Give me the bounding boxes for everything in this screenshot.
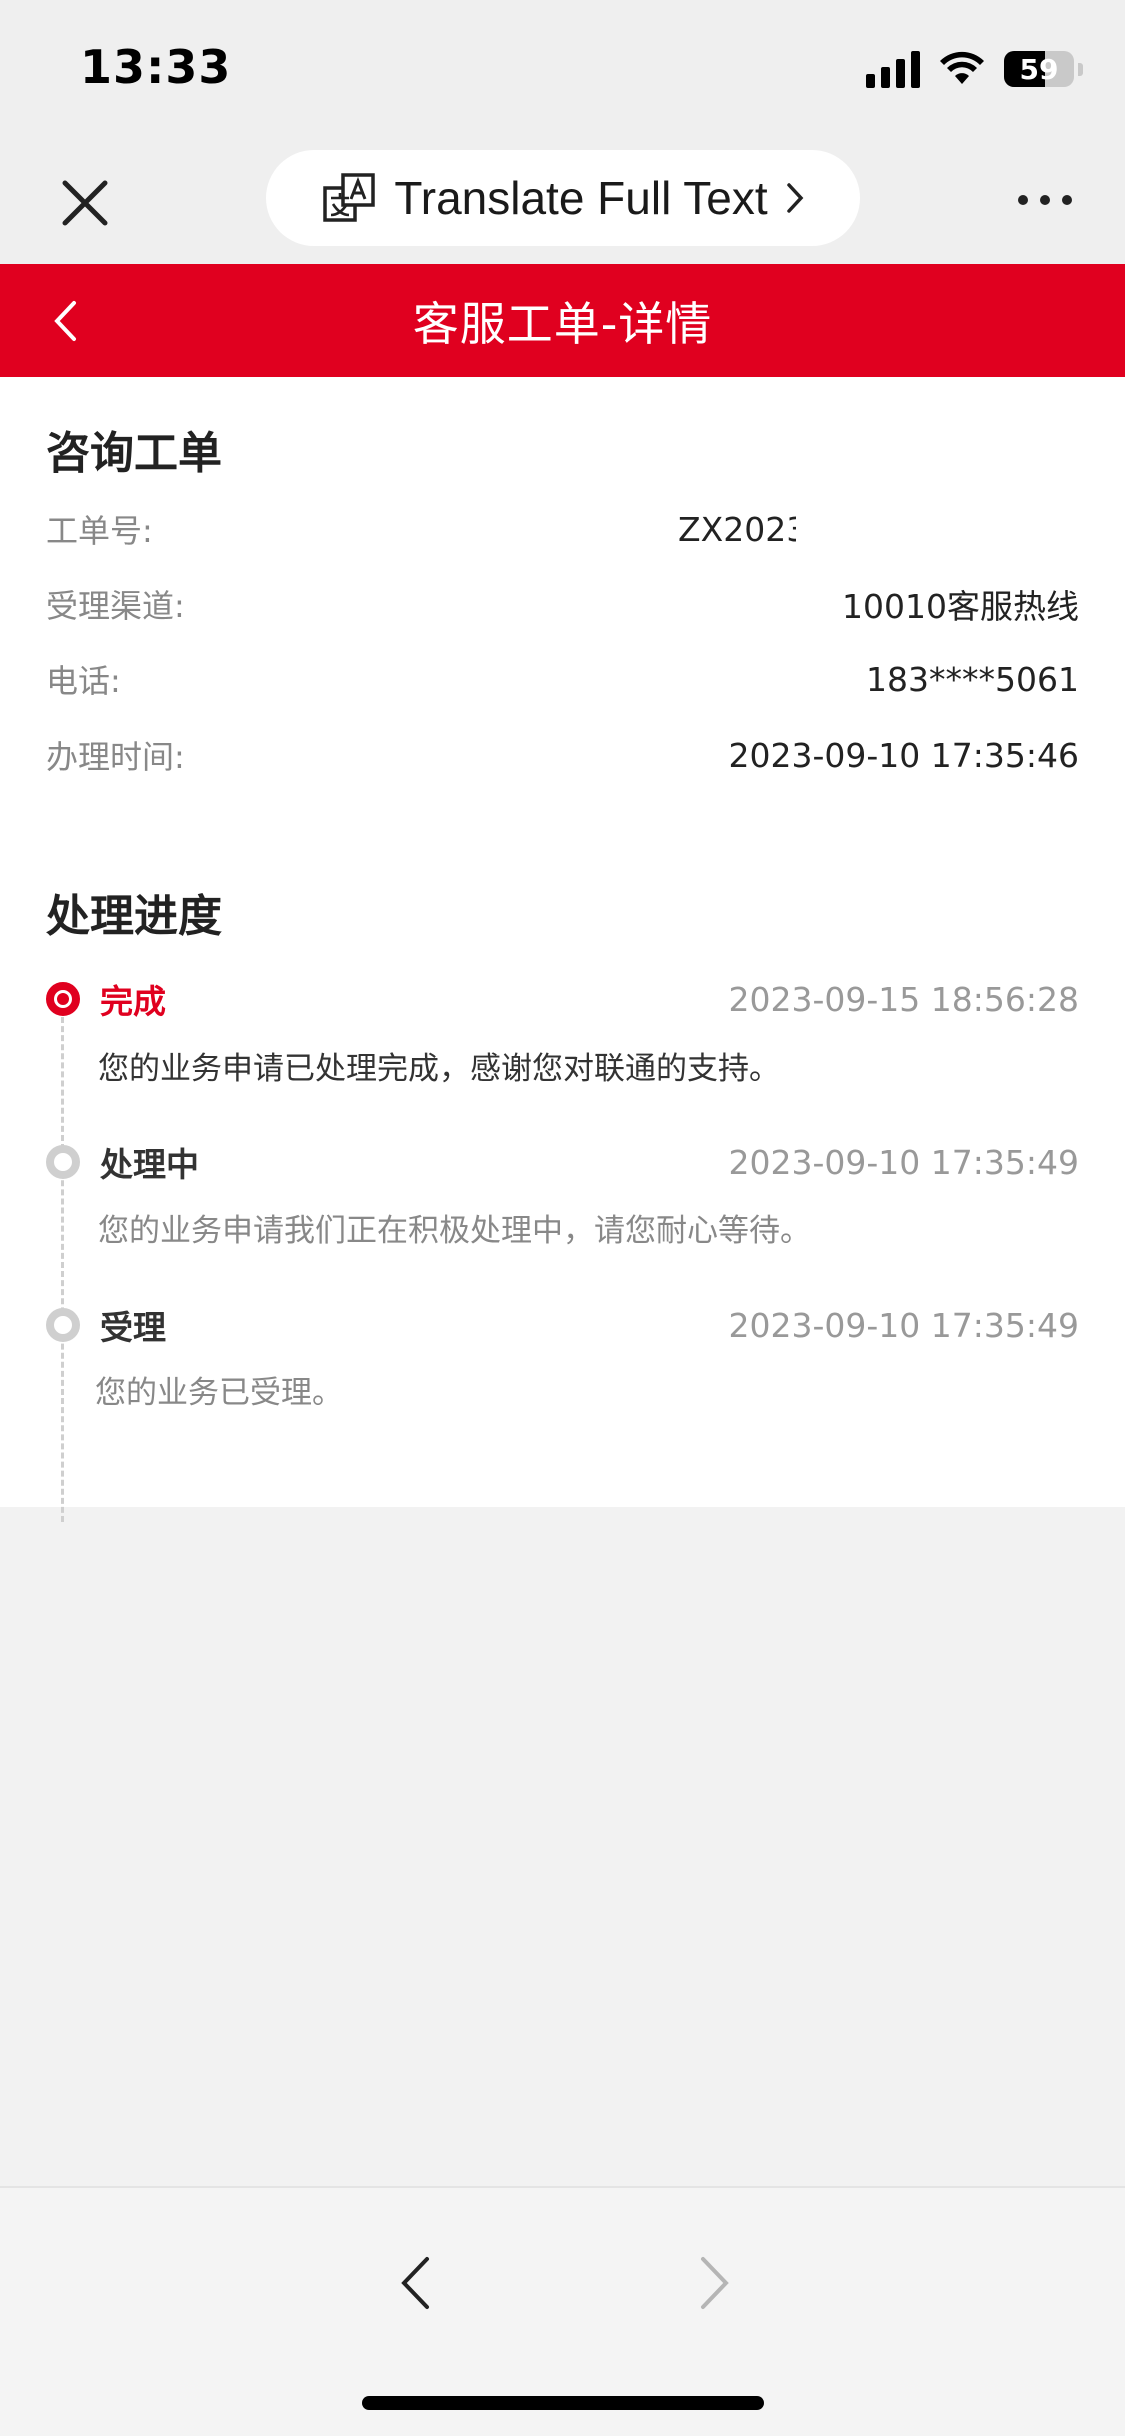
cellular-signal-icon — [866, 50, 920, 88]
more-dot — [1018, 195, 1028, 205]
close-icon — [62, 180, 108, 226]
timeline-step-processing: 处理中 2023-09-10 17:35:49 — [100, 1137, 1079, 1187]
step-description: 您的业务申请已处理完成，感谢您对联通的支持。 — [98, 1051, 780, 1087]
timeline-step-complete: 完成 2023-09-15 18:56:28 — [100, 974, 1079, 1024]
step-status: 完成 — [100, 982, 166, 1021]
chevron-left-icon — [54, 301, 76, 341]
more-button[interactable] — [1005, 180, 1085, 220]
page-title: 客服工单-详情 — [412, 296, 713, 351]
battery-level: 59 — [1019, 52, 1059, 86]
translate-icon — [323, 173, 376, 222]
step-status: 处理中 — [100, 1145, 199, 1184]
translate-full-text-button[interactable]: Translate Full Text — [266, 150, 860, 246]
ticket-number-value: ZX2023 — [678, 509, 796, 549]
phone-value: 183****5061 — [866, 659, 1079, 699]
chevron-left-icon — [401, 2257, 429, 2309]
screen: 13:33 59 Translate Full Text 客服工单-详情 咨询工… — [0, 0, 1125, 2436]
chevron-right-icon — [786, 183, 804, 213]
status-time: 13:33 — [80, 40, 232, 94]
channel-value: 10010客服热线 — [842, 587, 1079, 626]
close-button[interactable] — [50, 168, 120, 238]
status-icons: 59 — [866, 46, 1083, 92]
more-dot — [1062, 195, 1072, 205]
progress-section-title: 处理进度 — [46, 891, 222, 942]
handle-time-value: 2023-09-10 17:35:46 — [728, 735, 1079, 775]
timeline-line — [61, 1017, 64, 1522]
browser-back-button[interactable] — [380, 2238, 450, 2328]
status-bar: 13:33 59 — [0, 0, 1125, 140]
ticket-detail-card: 咨询工单 工单号: ZX2023 受理渠道: 10010客服热线 电话: 183… — [0, 377, 1125, 1522]
battery-cap — [1078, 62, 1083, 76]
ticket-section-title: 咨询工单 — [46, 428, 222, 479]
browser-bar: Translate Full Text — [0, 140, 1125, 264]
phone-row: 电话: 183****5061 — [46, 654, 1079, 704]
more-dot — [1040, 195, 1050, 205]
channel-row: 受理渠道: 10010客服热线 — [46, 579, 1079, 629]
wifi-icon — [940, 51, 984, 84]
translate-label: Translate Full Text — [394, 172, 768, 224]
app-header: 客服工单-详情 — [0, 264, 1125, 377]
timeline-step-accepted: 受理 2023-09-10 17:35:49 — [100, 1300, 1079, 1350]
step-description: 您的业务已受理。 — [95, 1375, 343, 1411]
phone-label: 电话: — [46, 662, 121, 700]
step-time: 2023-09-10 17:35:49 — [728, 1305, 1079, 1345]
handle-time-label: 办理时间: — [46, 738, 185, 776]
step-description: 您的业务申请我们正在积极处理中，请您耐心等待。 — [98, 1213, 811, 1249]
ticket-number-row: 工单号: ZX2023 — [46, 504, 796, 554]
back-button[interactable] — [30, 286, 100, 356]
battery-icon: 59 — [1004, 51, 1074, 87]
step-time: 2023-09-15 18:56:28 — [728, 979, 1079, 1019]
browser-forward-button[interactable] — [680, 2238, 750, 2328]
step-time: 2023-09-10 17:35:49 — [728, 1142, 1079, 1182]
timeline-dot-accepted — [46, 1308, 80, 1342]
ticket-number-label: 工单号: — [46, 512, 153, 550]
step-status: 受理 — [100, 1308, 166, 1347]
channel-label: 受理渠道: — [46, 587, 185, 625]
timeline-dot-processing — [46, 1145, 80, 1179]
timeline-dot-complete — [46, 982, 80, 1016]
chevron-right-icon — [701, 2257, 729, 2309]
handle-time-row: 办理时间: 2023-09-10 17:35:46 — [46, 730, 1079, 780]
home-indicator[interactable] — [362, 2396, 764, 2410]
